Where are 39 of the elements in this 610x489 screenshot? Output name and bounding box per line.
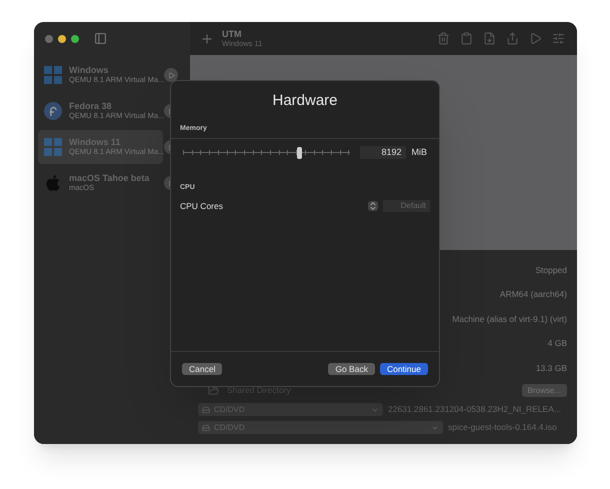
detail-value: 13.3 GB (536, 362, 567, 375)
detail-value: Stopped (535, 264, 567, 277)
windows-logo-icon (44, 66, 62, 84)
detail-value: ARM64 (aarch64) (500, 288, 567, 302)
vm-name: Windows (69, 65, 110, 75)
settings-icon[interactable] (552, 32, 565, 45)
vm-name: macOS Tahoe beta (69, 173, 150, 183)
play-button[interactable] (164, 68, 178, 82)
minimize-window-button[interactable] (58, 34, 66, 42)
dialog-button[interactable]: Go Back (328, 363, 375, 375)
drive-image-name: spice-guest-tools-0.164.4.iso (448, 421, 557, 434)
sidebar-toggle-icon[interactable] (94, 32, 107, 45)
windows-logo-icon (44, 138, 62, 156)
dialog-button[interactable]: Continue (380, 363, 428, 375)
window-title: UTM (222, 28, 242, 38)
folder-icon (208, 385, 219, 396)
apple-logo-icon (44, 174, 62, 192)
drive-icon (202, 424, 210, 432)
drive-icon (202, 406, 210, 414)
dialog-button[interactable]: Cancel (182, 363, 222, 375)
memory-unit: MiB (412, 146, 427, 159)
detail-value: Machine (alias of virt-9.1) (virt) (452, 312, 567, 326)
drive-image-name: 22631.2861.231204-0538.23H2_NI_RELEA... (388, 403, 561, 416)
memory-field[interactable]: 8192 (360, 146, 406, 160)
share-icon[interactable] (506, 32, 519, 45)
dialog-title: Hardware (271, 91, 339, 111)
vm-name: Fedora 38 (69, 101, 113, 111)
memory-slider[interactable] (183, 146, 350, 159)
clipboard-icon[interactable] (460, 32, 473, 45)
close-window-button[interactable] (45, 34, 53, 42)
fedora-logo-icon (44, 102, 62, 120)
slider-thumb[interactable] (297, 146, 302, 159)
cpu-cores-label: CPU Cores (180, 200, 223, 213)
detail-value: 4 GB (548, 337, 567, 350)
file-icon[interactable] (483, 32, 496, 45)
stepper-icon[interactable] (368, 201, 378, 212)
zoom-window-button[interactable] (71, 34, 79, 42)
trash-icon[interactable] (437, 32, 450, 45)
add-icon[interactable] (200, 32, 214, 46)
